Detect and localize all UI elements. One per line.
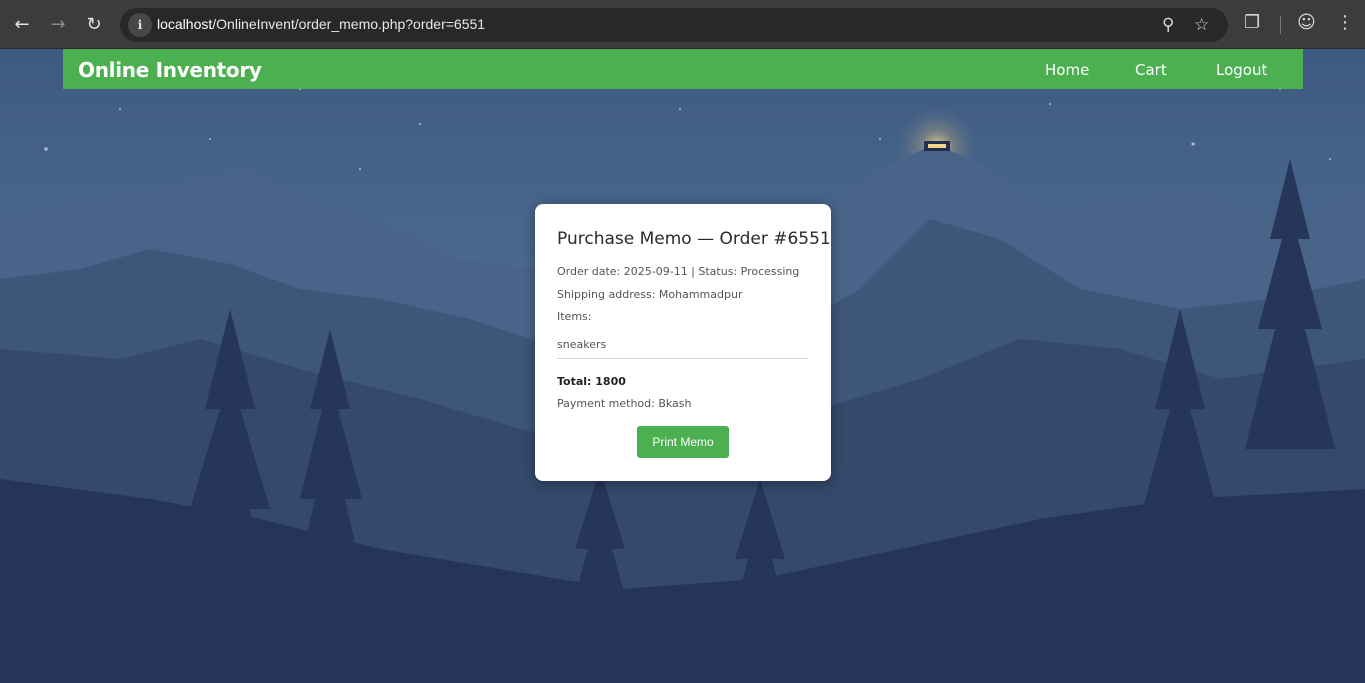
- site-navbar: Online Inventory Home Cart Logout: [63, 49, 1303, 89]
- memo-title: Purchase Memo — Order #6551: [557, 229, 831, 249]
- purchase-memo-card: Purchase Memo — Order #6551 Order date: …: [535, 204, 831, 481]
- item-name: sneakers: [557, 338, 607, 351]
- site-info-icon[interactable]: i: [128, 13, 152, 37]
- order-date-status: Order date: 2025-09-11 | Status: Process…: [557, 265, 800, 278]
- back-arrow-icon[interactable]: ←: [10, 12, 34, 36]
- browser-toolbar: ← → ↻ i localhost/OnlineInvent/order_mem…: [0, 0, 1365, 49]
- url-path: /OnlineInvent/order_memo.php?order=6551: [212, 16, 486, 32]
- bookmark-star-icon[interactable]: ☆: [1194, 15, 1209, 35]
- shipping-address: Shipping address: Mohammadpur: [557, 288, 743, 301]
- items-label: Items:: [557, 310, 592, 323]
- menu-kebab-icon[interactable]: ⋮: [1336, 12, 1354, 33]
- nav-link-logout[interactable]: Logout: [1216, 61, 1267, 79]
- extensions-icon[interactable]: ❐: [1244, 12, 1260, 33]
- list-item: sneakers: [557, 338, 808, 359]
- toolbar-separator: [1280, 16, 1281, 34]
- order-total: Total: 1800: [557, 375, 626, 388]
- url-host: localhost: [157, 16, 213, 32]
- nav-link-cart[interactable]: Cart: [1135, 61, 1167, 79]
- forward-arrow-icon[interactable]: →: [46, 12, 70, 36]
- reload-icon[interactable]: ↻: [82, 12, 106, 36]
- address-bar[interactable]: i localhost/OnlineInvent/order_memo.php?…: [120, 8, 1228, 42]
- url-text[interactable]: localhost/OnlineInvent/order_memo.php?or…: [157, 16, 485, 32]
- print-memo-button[interactable]: Print Memo: [637, 426, 729, 458]
- zoom-icon[interactable]: ⚲: [1162, 15, 1174, 35]
- payment-method: Payment method: Bkash: [557, 397, 692, 410]
- profile-icon[interactable]: ☺: [1297, 12, 1316, 33]
- brand-logo[interactable]: Online Inventory: [78, 58, 262, 82]
- nav-link-home[interactable]: Home: [1045, 61, 1089, 79]
